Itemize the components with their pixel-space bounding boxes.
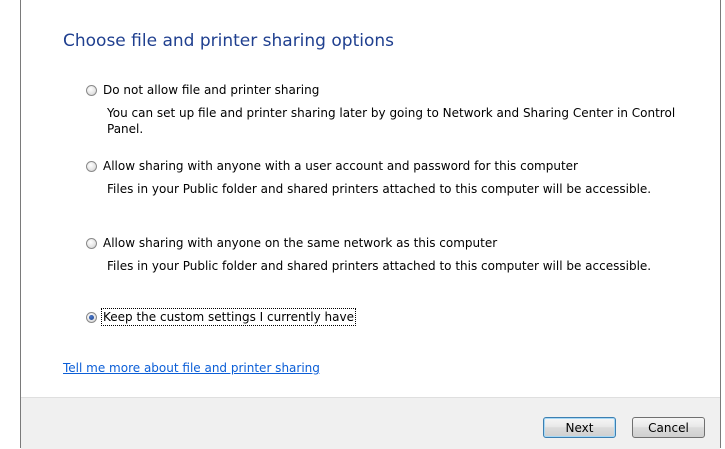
radio-no-sharing[interactable] (86, 84, 97, 96)
cancel-button[interactable]: Cancel (632, 417, 705, 438)
window-border-left (20, 0, 21, 448)
help-link[interactable]: Tell me more about file and printer shar… (63, 361, 320, 375)
option-desc-password-sharing: Files in your Public folder and shared p… (107, 182, 652, 196)
option-desc-no-sharing: You can set up file and printer sharing … (107, 106, 676, 136)
radio-keep-custom[interactable] (86, 311, 97, 323)
option-keep-custom[interactable]: Keep the custom settings I currently hav… (86, 308, 696, 326)
option-password-sharing[interactable]: Allow sharing with anyone with a user ac… (86, 157, 696, 197)
radio-network-sharing[interactable] (86, 237, 97, 249)
next-button[interactable]: Next (543, 417, 616, 438)
option-network-sharing[interactable]: Allow sharing with anyone on the same ne… (86, 234, 696, 274)
option-label-network-sharing[interactable]: Allow sharing with anyone on the same ne… (103, 236, 497, 250)
option-no-sharing[interactable]: Do not allow file and printer sharing Yo… (86, 81, 696, 137)
page-title: Choose file and printer sharing options (63, 31, 394, 51)
option-label-keep-custom[interactable]: Keep the custom settings I currently hav… (101, 308, 356, 326)
wizard-footer: Next Cancel (21, 397, 720, 449)
radio-password-sharing[interactable] (86, 160, 97, 172)
option-label-no-sharing[interactable]: Do not allow file and printer sharing (103, 83, 319, 97)
option-label-password-sharing[interactable]: Allow sharing with anyone with a user ac… (103, 159, 578, 173)
window-border-right (720, 0, 721, 448)
wizard-window: Choose file and printer sharing options … (0, 0, 725, 449)
option-desc-network-sharing: Files in your Public folder and shared p… (107, 259, 652, 273)
